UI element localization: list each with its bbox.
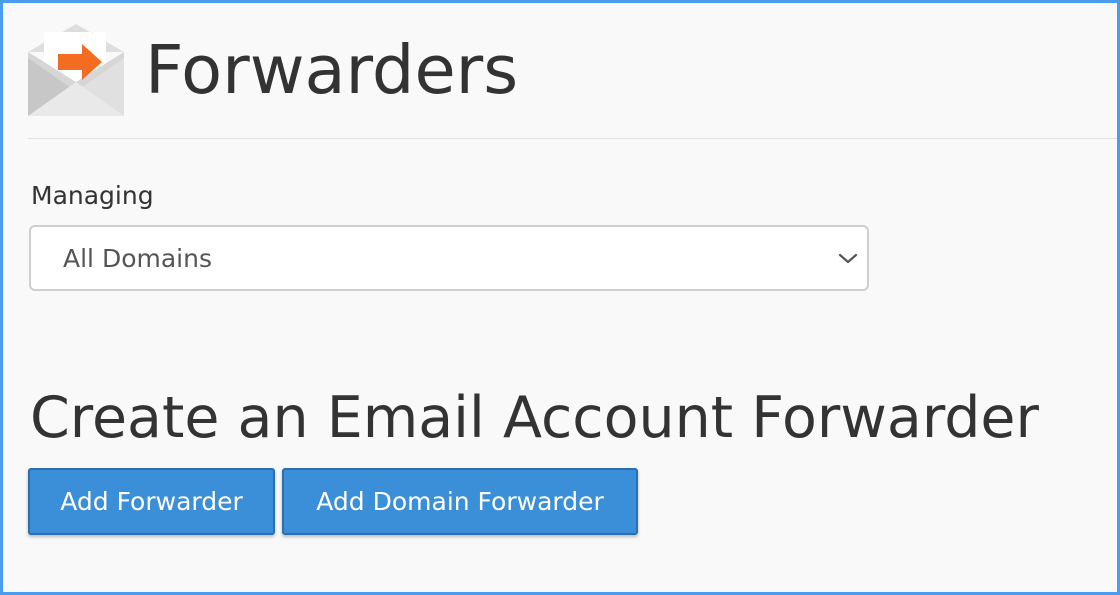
envelope-forward-icon [28, 24, 124, 116]
section-title: Create an Email Account Forwarder [30, 385, 1039, 451]
managing-label: Managing [31, 181, 154, 210]
chevron-down-icon [838, 253, 858, 264]
page-frame: Forwarders Managing All Domains Create a… [0, 0, 1120, 595]
page-title: Forwarders [145, 31, 519, 109]
add-forwarder-button[interactable]: Add Forwarder [28, 468, 275, 535]
domain-select-value: All Domains [63, 244, 212, 273]
add-domain-forwarder-button[interactable]: Add Domain Forwarder [282, 468, 638, 535]
domain-select[interactable]: All Domains [29, 225, 869, 291]
page-header: Forwarders [28, 22, 1117, 139]
